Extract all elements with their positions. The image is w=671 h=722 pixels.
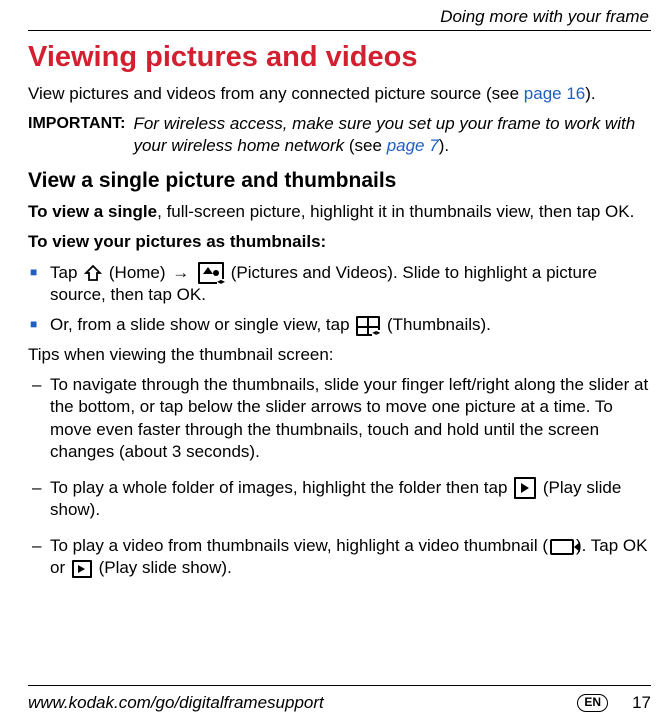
single-view-rest: , full-screen picture, highlight it in t… [157,202,634,221]
link-page-16[interactable]: page 16 [524,84,585,103]
footer: www.kodak.com/go/digitalframesupport EN … [28,685,651,714]
single-view-paragraph: To view a single, full-screen picture, h… [28,201,651,223]
thumbnails-heading: To view your pictures as thumbnails: [28,231,651,253]
section-subtitle: View a single picture and thumbnails [28,167,651,194]
intro-text: View pictures and videos from any connec… [28,84,524,103]
important-body: For wireless access, make sure you set u… [133,113,651,157]
important-label: IMPORTANT: [28,113,125,135]
intro-paragraph: View pictures and videos from any connec… [28,83,651,105]
bullet-item-home: Tap (Home) → ◂▸ (Pictures and Videos). S… [28,262,651,307]
tip-c-pre: To play a video from thumbnails view, hi… [50,536,548,555]
bullet-b-pre: Or, from a slide show or single view, ta… [50,315,354,334]
page-title: Viewing pictures and videos [28,39,651,77]
running-header: Doing more with your frame [28,6,651,28]
bullet-a-home-label: (Home) [109,263,166,282]
single-view-lead: To view a single [28,202,157,221]
bullet-b-rest: (Thumbnails). [387,315,491,334]
bullet-a-pre: Tap [50,263,82,282]
page-number: 17 [632,692,651,714]
important-block: IMPORTANT: For wireless access, make sur… [28,113,651,157]
footer-right: EN 17 [577,692,651,714]
play-slideshow-small-icon [72,560,92,578]
important-see-close: ). [439,136,449,155]
tip-navigate: To navigate through the thumbnails, slid… [28,374,651,462]
bullet-list: Tap (Home) → ◂▸ (Pictures and Videos). S… [28,262,651,337]
home-icon [84,264,102,282]
tips-list: To navigate through the thumbnails, slid… [28,374,651,579]
play-slideshow-icon [514,477,536,499]
important-see-open: (see [349,136,387,155]
language-badge: EN [577,694,608,712]
tip-c-post: (Play slide show). [99,558,232,577]
thumbnails-icon: ◂▸ [356,316,380,336]
tip-play-video: To play a video from thumbnails view, hi… [28,535,651,579]
footer-url[interactable]: www.kodak.com/go/digitalframesupport [28,692,324,714]
tip-b-pre: To play a whole folder of images, highli… [50,478,512,497]
link-page-7[interactable]: page 7 [387,136,439,155]
header-rule [28,30,651,31]
tips-lead: Tips when viewing the thumbnail screen: [28,344,651,366]
arrow-right-icon: → [172,263,189,282]
bullet-item-thumbnails: Or, from a slide show or single view, ta… [28,314,651,336]
pictures-videos-icon: ◂▸ [198,262,224,284]
tip-play-folder: To play a whole folder of images, highli… [28,477,651,522]
video-thumbnail-icon [550,539,574,555]
intro-tail: ). [585,84,595,103]
